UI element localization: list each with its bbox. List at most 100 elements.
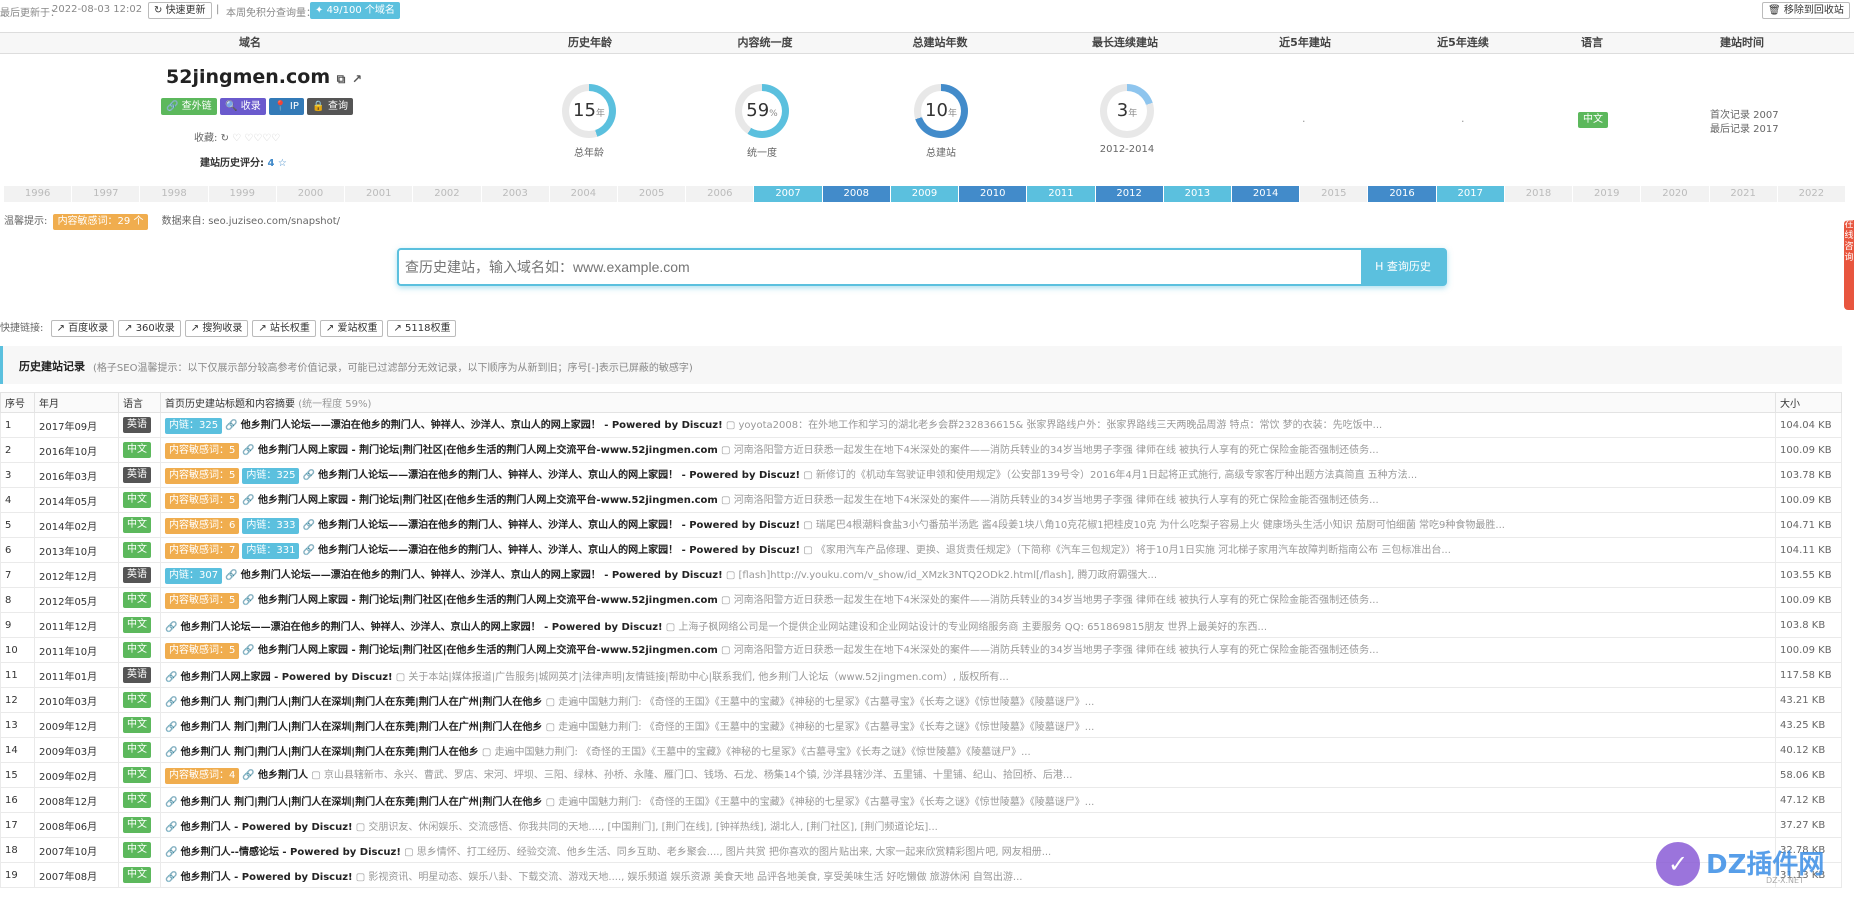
quick-link-0[interactable]: ↗ 百度收录 — [50, 320, 115, 337]
row-title[interactable]: 他乡荆门人网上家园 - 荆门论坛|荆门社区|在他乡生活的荆门人网上交流平台-ww… — [258, 495, 718, 506]
ip-button[interactable]: 📍 IP — [269, 98, 304, 115]
watermark-logo: ✓ DZ插件网 DZ-X.NET — [1656, 840, 1846, 890]
snapshot-icon[interactable]: ▢ — [803, 520, 812, 531]
snapshot-icon[interactable]: ▢ — [396, 672, 405, 683]
year-2002[interactable]: 2002 — [413, 186, 482, 202]
year-2013[interactable]: 2013 — [1163, 186, 1232, 202]
row-language: 中文 — [118, 587, 161, 613]
row-date: 2011年10月 — [34, 637, 119, 663]
row-title[interactable]: 他乡荆门人 - Powered by Discuz! — [181, 822, 353, 833]
year-2011[interactable]: 2011 — [1027, 186, 1096, 202]
year-1996[interactable]: 1996 — [4, 186, 73, 202]
year-2017[interactable]: 2017 — [1436, 186, 1505, 202]
row-size: 47.12 KB — [1775, 787, 1842, 813]
quick-link-4[interactable]: ↗ 爱站权重 — [319, 320, 384, 337]
snapshot-icon[interactable]: ▢ — [404, 847, 413, 858]
year-2008[interactable]: 2008 — [822, 186, 891, 202]
row-title[interactable]: 他乡荆门人论坛——漂泊在他乡的荆门人、钟祥人、沙洋人、京山人的网上家园！ - P… — [318, 545, 800, 556]
query-button[interactable]: 🔒 查询 — [307, 98, 354, 115]
quick-link-1[interactable]: ↗ 360收录 — [118, 320, 181, 337]
year-2021[interactable]: 2021 — [1709, 186, 1778, 202]
snapshot-icon[interactable]: ▢ — [311, 770, 320, 781]
year-2012[interactable]: 2012 — [1095, 186, 1164, 202]
row-content: 🔗 他乡荆门人 - Powered by Discuz! ▢ 影视资讯、明星动态… — [160, 862, 1776, 888]
year-2000[interactable]: 2000 — [276, 186, 346, 202]
year-2007[interactable]: 2007 — [754, 186, 823, 202]
refresh-button[interactable]: ↻ 快速更新 — [148, 2, 212, 19]
year-2018[interactable]: 2018 — [1504, 186, 1574, 202]
index-button[interactable]: 🔍 收录 — [220, 98, 266, 115]
row-title[interactable]: 他乡荆门人论坛——漂泊在他乡的荆门人、钟祥人、沙洋人、京山人的网上家园！ - P… — [318, 470, 800, 481]
row-title[interactable]: 他乡荆门人 — [258, 770, 308, 781]
row-title[interactable]: 他乡荆门人论坛——漂泊在他乡的荆门人、钟祥人、沙洋人、京山人的网上家园！ - P… — [241, 570, 723, 581]
year-2005[interactable]: 2005 — [618, 186, 687, 202]
snapshot-icon[interactable]: ▢ — [726, 570, 735, 581]
year-2015[interactable]: 2015 — [1300, 186, 1369, 202]
snapshot-icon[interactable]: ▢ — [721, 495, 730, 506]
year-2003[interactable]: 2003 — [481, 186, 550, 202]
snapshot-icon[interactable]: ▢ — [546, 697, 555, 708]
year-1997[interactable]: 1997 — [72, 186, 141, 202]
row-content: 🔗 他乡荆门人论坛——漂泊在他乡的荆门人、钟祥人、沙洋人、京山人的网上家园！ -… — [160, 612, 1776, 638]
snapshot-icon[interactable]: ▢ — [721, 445, 730, 456]
row-index: 19 — [0, 862, 35, 888]
row-date: 2012年05月 — [34, 587, 119, 613]
year-2001[interactable]: 2001 — [345, 186, 414, 202]
year-2016[interactable]: 2016 — [1368, 186, 1437, 202]
year-2009[interactable]: 2009 — [890, 186, 960, 202]
year-1998[interactable]: 1998 — [140, 186, 209, 202]
row-title[interactable]: 他乡荆门人论坛——漂泊在他乡的荆门人、钟祥人、沙洋人、京山人的网上家园！ - P… — [241, 420, 723, 431]
row-date: 2013年10月 — [34, 537, 119, 563]
search-input[interactable] — [405, 250, 1355, 284]
snapshot-icon[interactable]: ▢ — [546, 722, 555, 733]
snapshot-icon[interactable]: ▢ — [803, 545, 812, 556]
row-title[interactable]: 他乡荆门人 荆门|荆门人|荆门人在深圳|荆门人在东莞|荆门人在广州|荆门人在他乡 — [181, 797, 543, 808]
external-link-icon[interactable]: ↗ — [352, 72, 362, 86]
quick-link-5[interactable]: ↗ 5118权重 — [387, 320, 457, 337]
snapshot-icon[interactable]: ▢ — [546, 797, 555, 808]
quick-link-3[interactable]: ↗ 站长权重 — [252, 320, 316, 337]
snapshot-icon[interactable]: ▢ — [726, 420, 735, 431]
move-to-recycle-button[interactable]: 🗑 移除到回收站 — [1762, 2, 1850, 19]
refresh-fav-icon[interactable]: ↻ — [221, 133, 229, 144]
year-2019[interactable]: 2019 — [1573, 186, 1642, 202]
snapshot-icon[interactable]: ▢ — [803, 470, 812, 481]
snapshot-icon[interactable]: ▢ — [356, 822, 365, 833]
row-title[interactable]: 他乡荆门人 荆门|荆门人|荆门人在深圳|荆门人在东莞|荆门人在广州|荆门人在他乡 — [181, 697, 543, 708]
row-content: 内容敏感词：5 🔗 他乡荆门人网上家园 - 荆门论坛|荆门社区|在他乡生活的荆门人… — [160, 487, 1776, 513]
row-title[interactable]: 他乡荆门人 荆门|荆门人|荆门人在深圳|荆门人在东莞|荆门人在他乡 — [181, 747, 479, 758]
row-title[interactable]: 他乡荆门人网上家园 - 荆门论坛|荆门社区|在他乡生活的荆门人网上交流平台-ww… — [258, 445, 718, 456]
row-title[interactable]: 他乡荆门人网上家园 - 荆门论坛|荆门社区|在他乡生活的荆门人网上交流平台-ww… — [258, 595, 718, 606]
snapshot-icon[interactable]: ▢ — [482, 747, 491, 758]
snapshot-icon[interactable]: ▢ — [721, 645, 730, 656]
row-title[interactable]: 他乡荆门人 荆门|荆门人|荆门人在深圳|荆门人在东莞|荆门人在广州|荆门人在他乡 — [181, 722, 543, 733]
search-button[interactable]: H 查询历史 — [1361, 250, 1445, 284]
row-size: 104.71 KB — [1775, 512, 1842, 538]
year-2006[interactable]: 2006 — [686, 186, 755, 202]
row-title[interactable]: 他乡荆门人论坛——漂泊在他乡的荆门人、钟祥人、沙洋人、京山人的网上家园！ - P… — [181, 622, 663, 633]
year-2010[interactable]: 2010 — [959, 186, 1028, 202]
snapshot-icon[interactable]: ▢ — [666, 622, 675, 633]
year-2022[interactable]: 2022 — [1777, 186, 1846, 202]
row-title[interactable]: 他乡荆门人--情感论坛 - Powered by Discuz! — [181, 847, 401, 858]
copy-icon[interactable]: ⧉ — [337, 72, 346, 86]
row-snippet: 交朋识友、休闲娱乐、交流感悟、你我共同的天地...., [中国荆门], [荆门在… — [368, 821, 938, 833]
snapshot-icon[interactable]: ▢ — [356, 872, 365, 883]
year-2020[interactable]: 2020 — [1641, 186, 1710, 202]
heart-rating[interactable]: ♡ ♡♡♡♡ — [232, 133, 280, 144]
year-2004[interactable]: 2004 — [549, 186, 618, 202]
backlink-button[interactable]: 🔗 查外链 — [161, 98, 217, 115]
row-title[interactable]: 他乡荆门人网上家园 - Powered by Discuz! — [181, 672, 393, 683]
online-consult-tab[interactable]: 在线咨询 — [1844, 220, 1854, 310]
external-link-icon: ↗ — [124, 323, 136, 334]
row-title[interactable]: 他乡荆门人论坛——漂泊在他乡的荆门人、钟祥人、沙洋人、京山人的网上家园！ - P… — [318, 520, 800, 531]
quick-link-2[interactable]: ↗ 搜狗收录 — [184, 320, 249, 337]
source-link[interactable]: seo.juziseo.com/snapshot/ — [208, 216, 340, 227]
row-title[interactable]: 他乡荆门人 - Powered by Discuz! — [181, 872, 353, 883]
row-content: 内链：307 🔗 他乡荆门人论坛——漂泊在他乡的荆门人、钟祥人、沙洋人、京山人的网… — [160, 562, 1776, 588]
snapshot-icon[interactable]: ▢ — [721, 595, 730, 606]
year-1999[interactable]: 1999 — [208, 186, 277, 202]
row-language: 中文 — [118, 862, 161, 888]
row-title[interactable]: 他乡荆门人网上家园 - 荆门论坛|荆门社区|在他乡生活的荆门人网上交流平台-ww… — [258, 645, 718, 656]
year-2014[interactable]: 2014 — [1232, 186, 1301, 202]
